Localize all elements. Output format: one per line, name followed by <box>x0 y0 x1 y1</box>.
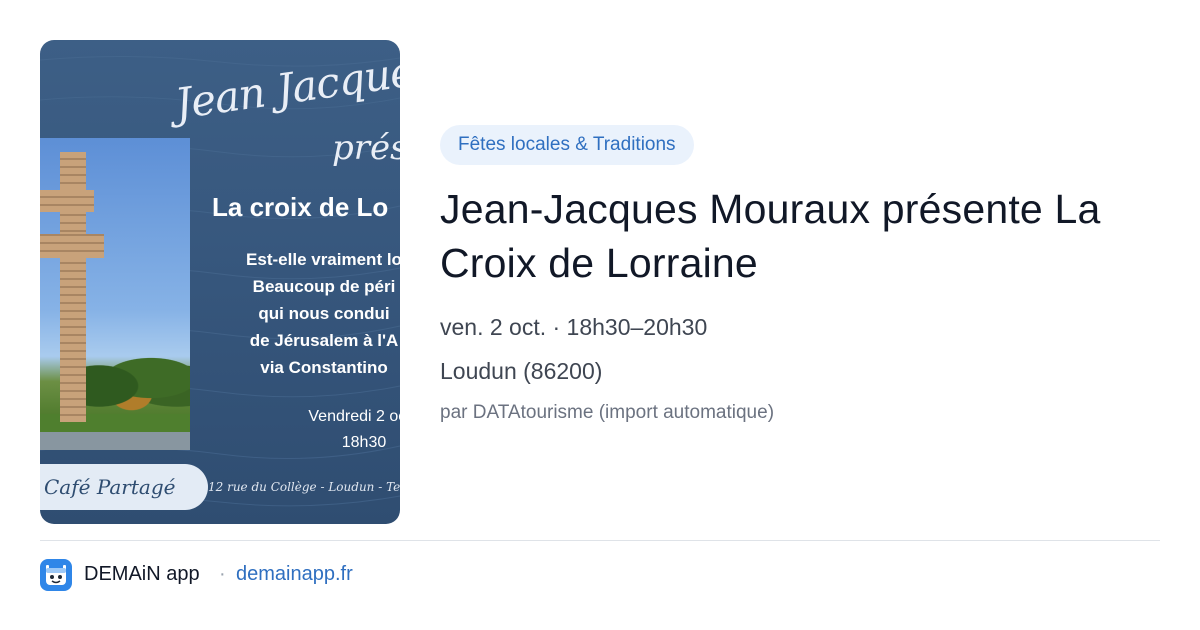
poster-line: qui nous condui <box>258 304 390 323</box>
poster-presente-script: prése <box>332 128 400 168</box>
poster-line: via Constantino <box>260 358 388 377</box>
footer-domain-link[interactable]: demainapp.fr <box>236 563 353 586</box>
footer-app-name: DEMAiN app <box>84 563 200 585</box>
poster-address: 12 rue du Collège - Loudun - Tel 0 <box>208 480 400 494</box>
event-source: par DATAtourisme (import automatique) <box>440 402 775 423</box>
cross-of-lorraine-photo <box>40 138 190 450</box>
footer-separator: · <box>219 563 226 585</box>
category-tag[interactable]: Fêtes locales & Traditions <box>440 125 694 165</box>
poster-line: Est-elle vraiment lo <box>246 250 400 269</box>
poster-venue-badge: Café Partagé <box>40 464 208 510</box>
poster-date: Vendredi 2 octo 18h30 <box>264 404 400 456</box>
event-location: Loudun (86200) <box>440 358 603 384</box>
event-datetime: ven. 2 oct. · 18h30–20h30 <box>440 314 708 340</box>
poster-date-line: Vendredi 2 octo <box>308 408 400 425</box>
poster-time-line: 18h30 <box>341 434 387 451</box>
poster-line: de Jérusalem à l'A <box>249 331 399 350</box>
poster-description: Est-elle vraiment lo Beaucoup de péri qu… <box>204 246 400 381</box>
poster-line: Beaucoup de péri <box>252 277 396 296</box>
event-poster-image: Jean Jacques M prése La croix de Lo Est-… <box>40 40 400 524</box>
footer-divider <box>40 540 1160 541</box>
demain-app-icon <box>40 559 72 591</box>
event-title: Jean-Jacques Mouraux présente La Croix d… <box>440 186 1101 286</box>
poster-title: La croix de Lo <box>212 192 389 222</box>
